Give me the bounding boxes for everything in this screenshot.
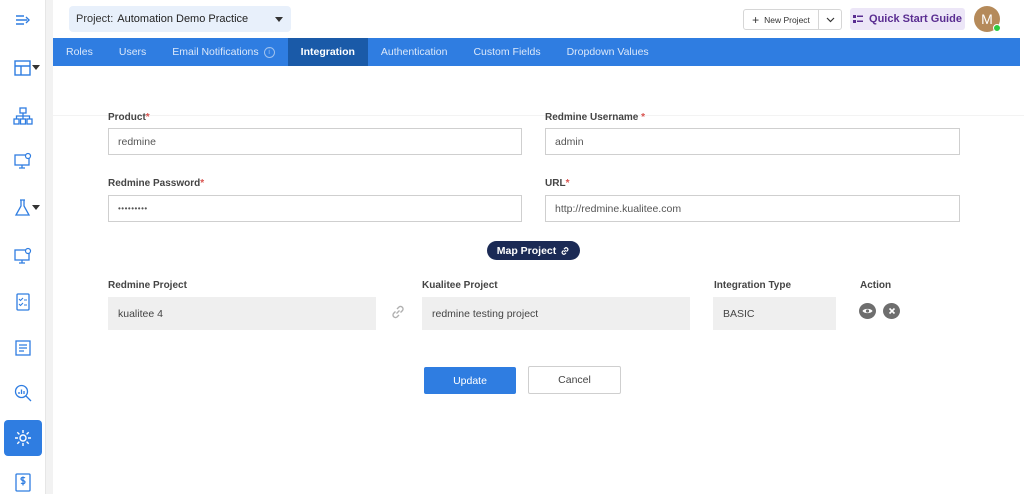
gear-icon[interactable] [4,420,42,456]
new-project-dropdown[interactable] [819,10,841,29]
quick-start-label: Quick Start Guide [869,13,962,25]
sidebar-scrollbar[interactable] [46,0,53,494]
collapse-menu-icon[interactable] [4,2,42,38]
link-icon [390,305,406,324]
map-project-label: Map Project [496,244,557,257]
product-label: Product* [108,112,150,123]
hierarchy-icon[interactable] [4,98,42,134]
checklist-icon[interactable] [4,284,42,320]
top-header: Project: Automation Demo Practice + New … [53,0,1024,38]
dollar-doc-icon[interactable] [4,464,42,500]
project-name: Automation Demo Practice [117,13,249,25]
action-header: Action [860,280,892,291]
tab-label: Roles [66,46,93,58]
layout-icon[interactable] [4,50,42,86]
redmine-project-header: Redmine Project [108,280,187,291]
settings-tabs: Roles Users Email Notifications i Integra… [53,38,1020,66]
tab-roles[interactable]: Roles [53,38,106,66]
project-selector[interactable]: Project: Automation Demo Practice [69,6,291,32]
tab-users[interactable]: Users [106,38,159,66]
plus-icon: + [752,12,760,27]
tab-integration[interactable]: Integration [287,38,368,66]
chevron-down-icon [826,17,834,22]
divider [53,115,1024,116]
online-status-dot [993,24,1001,32]
info-icon[interactable]: i [263,46,275,58]
tab-label: Email Notifications [172,46,259,58]
new-project-button[interactable]: + New Project [744,10,819,29]
sidebar [0,0,46,494]
tab-label: Dropdown Values [566,46,649,58]
username-label: Redmine Username * [545,112,646,123]
product-field[interactable]: redmine [108,128,522,155]
integration-type-header: Integration Type [714,280,792,291]
update-button[interactable]: Update [424,367,516,394]
new-project-label: New Project [764,14,810,25]
username-field[interactable]: admin [545,128,960,155]
url-field[interactable]: http://redmine.kualitee.com [545,195,960,222]
flask-icon[interactable] [4,190,42,226]
password-field[interactable]: ••••••••• [108,195,522,222]
kualitee-project-cell: redmine testing project [422,297,690,330]
delete-button[interactable] [883,303,900,319]
integration-type-cell: BASIC [713,297,836,330]
tab-label: Custom Fields [473,46,541,58]
tab-dropdown-values[interactable]: Dropdown Values [554,38,662,66]
map-project-button[interactable]: Map Project [487,241,580,260]
tab-label: Authentication [380,46,448,58]
password-label: Redmine Password* [108,178,205,189]
tab-label: Integration [300,46,355,58]
tab-custom-fields[interactable]: Custom Fields [460,38,553,66]
cancel-button[interactable]: Cancel [528,366,621,394]
monitor-settings-icon[interactable] [4,238,42,274]
view-button[interactable] [859,303,876,319]
quick-start-guide-button[interactable]: Quick Start Guide [850,8,965,30]
new-project-group: + New Project [743,9,842,30]
tab-email-notifications[interactable]: Email Notifications i [159,38,287,66]
avatar-initial: M [981,11,993,27]
eye-icon [862,308,873,314]
close-icon [888,307,895,315]
avatar[interactable]: M [974,6,1001,32]
monitor-settings-icon[interactable] [4,143,42,179]
chevron-down-icon [275,17,283,22]
link-icon [561,246,569,255]
redmine-project-cell: kualitee 4 [108,297,376,330]
url-label: URL* [545,178,570,189]
chevron-down-icon [32,205,40,210]
tab-authentication[interactable]: Authentication [368,38,461,66]
kualitee-project-header: Kualitee Project [422,280,498,291]
report-icon[interactable] [4,330,42,366]
chevron-down-icon [32,65,40,70]
guide-icon [853,14,864,24]
analytics-search-icon[interactable] [4,375,42,411]
project-prefix: Project: [76,13,114,25]
tab-label: Users [118,46,147,58]
